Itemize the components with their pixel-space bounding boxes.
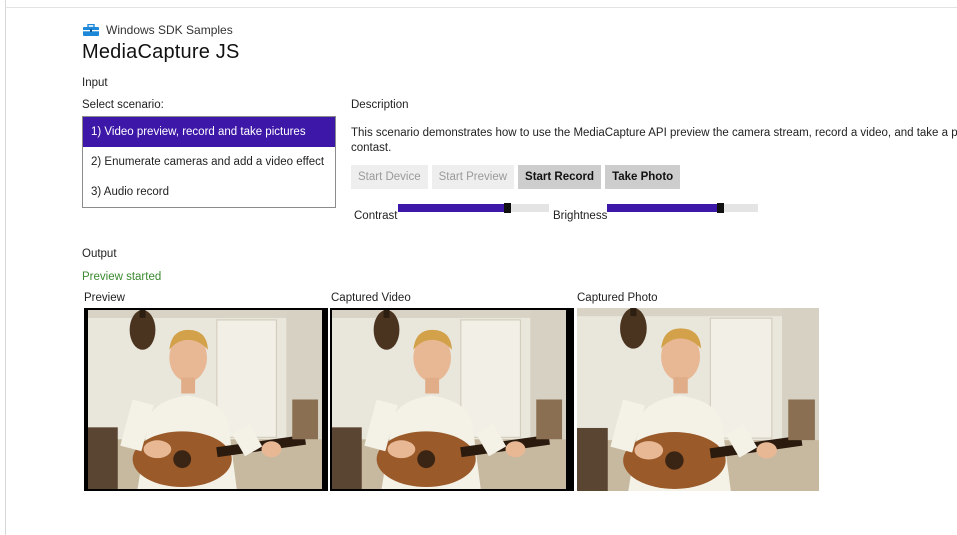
input-heading: Input bbox=[82, 77, 108, 89]
output-heading: Output bbox=[82, 248, 117, 260]
page-title: MediaCapture JS bbox=[82, 41, 240, 63]
description-line: contast. bbox=[351, 142, 392, 154]
start-device-button[interactable]: Start Device bbox=[351, 165, 428, 189]
contrast-slider[interactable] bbox=[398, 203, 549, 213]
description-label: Description bbox=[351, 99, 409, 111]
scenario-item-1[interactable]: 1) Video preview, record and take pictur… bbox=[83, 117, 335, 147]
captured-photo-label: Captured Photo bbox=[577, 292, 658, 304]
brightness-slider[interactable] bbox=[607, 203, 758, 213]
description-text: This scenario demonstrates how to use th… bbox=[351, 126, 957, 156]
contrast-label: Contrast bbox=[354, 210, 398, 222]
brand-label: Windows SDK Samples bbox=[106, 23, 233, 37]
scenario-list[interactable]: 1) Video preview, record and take pictur… bbox=[82, 116, 336, 208]
camera-frame bbox=[88, 310, 322, 489]
brightness-label: Brightness bbox=[553, 210, 608, 222]
description-line: This scenario demonstrates how to use th… bbox=[351, 127, 957, 139]
scenario-item-3[interactable]: 3) Audio record bbox=[83, 177, 335, 207]
scenario-label: Select scenario: bbox=[82, 99, 164, 111]
brightness-slider-thumb[interactable] bbox=[717, 203, 724, 213]
preview-video[interactable] bbox=[84, 308, 328, 491]
window-edge bbox=[5, 0, 6, 535]
status-text: Preview started bbox=[82, 271, 162, 283]
brightness-slider-fill bbox=[607, 204, 717, 212]
captured-photo bbox=[577, 308, 819, 491]
preview-label: Preview bbox=[84, 292, 125, 304]
start-record-button[interactable]: Start Record bbox=[518, 165, 602, 189]
app-header: Windows SDK Samples MediaCapture JS bbox=[82, 23, 240, 64]
contrast-slider-thumb[interactable] bbox=[504, 203, 511, 213]
briefcase-icon bbox=[82, 23, 100, 37]
captured-video[interactable] bbox=[330, 308, 574, 491]
take-photo-button[interactable]: Take Photo bbox=[605, 165, 681, 189]
captured-video-label: Captured Video bbox=[331, 292, 411, 304]
camera-frame bbox=[332, 310, 566, 489]
camera-frame bbox=[577, 308, 819, 491]
start-preview-button[interactable]: Start Preview bbox=[431, 165, 515, 189]
brand: Windows SDK Samples bbox=[82, 23, 240, 37]
window-top-edge bbox=[5, 7, 957, 8]
button-row: Start Device Start Preview Start Record … bbox=[351, 165, 684, 189]
contrast-slider-fill bbox=[398, 204, 504, 212]
scenario-item-2[interactable]: 2) Enumerate cameras and add a video eff… bbox=[83, 147, 335, 177]
